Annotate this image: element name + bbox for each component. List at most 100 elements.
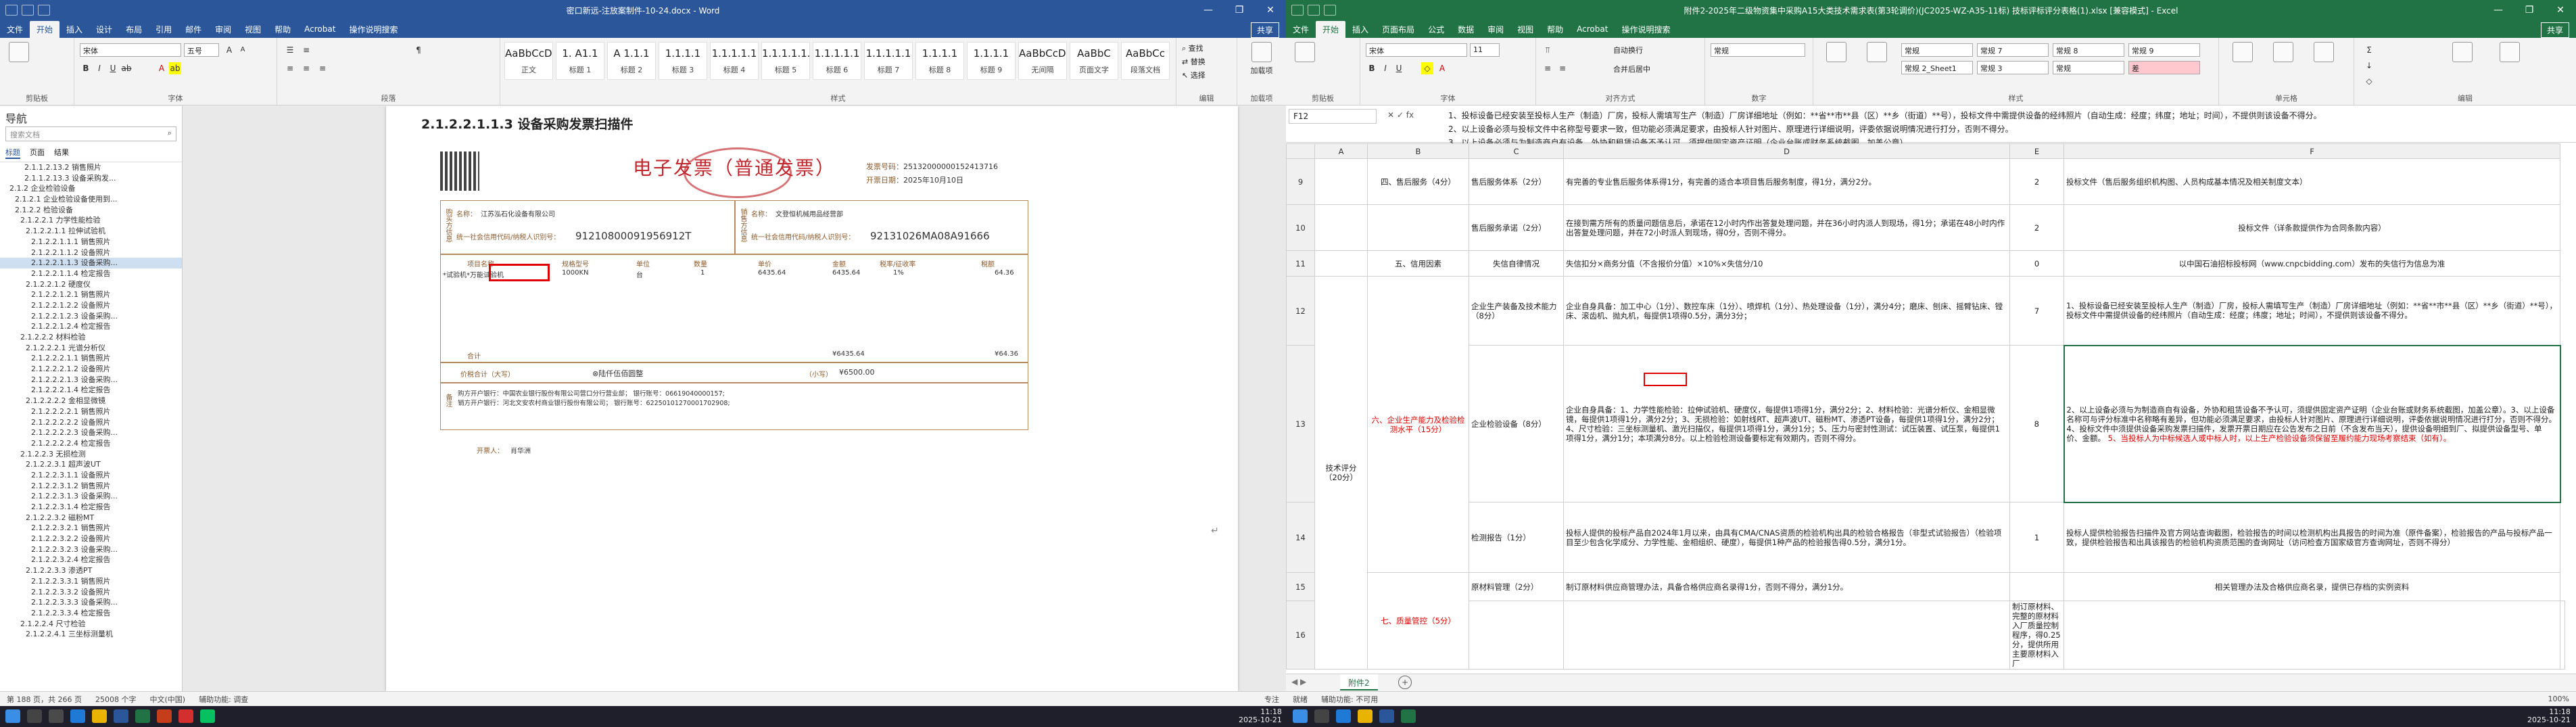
file-explorer-icon[interactable] xyxy=(92,709,107,723)
nav-heading-item[interactable]: 2.1.2.2.2.1.3 设备采购... xyxy=(0,375,182,385)
word-icon[interactable] xyxy=(114,709,128,723)
nav-tab-headings[interactable]: 标题 xyxy=(5,147,20,159)
find-button[interactable]: ⌕ 查找 xyxy=(1182,42,1206,55)
style-item[interactable]: AaBbCc 段落文档 xyxy=(1121,42,1170,80)
nav-heading-item[interactable]: 2.1.2.2.1.2.2 设备照片 xyxy=(0,300,182,311)
underline-icon[interactable]: U xyxy=(1393,62,1405,74)
fill-icon[interactable]: ↓ xyxy=(2361,60,2377,72)
nav-heading-item[interactable]: 2.1.2.2.2.2.1 销售照片 xyxy=(0,406,182,417)
tab-page-layout[interactable]: 页面布局 xyxy=(1375,21,1421,38)
tab-acrobat[interactable]: Acrobat xyxy=(297,22,342,37)
nav-heading-item[interactable]: 2.1.2.2.2.2.4 检定报告 xyxy=(0,438,182,449)
merge-center-button[interactable]: 合并后居中 xyxy=(1611,62,1692,76)
nav-heading-item[interactable]: 2.1.2 企业检验设备 xyxy=(0,183,182,194)
cell-style-item[interactable]: 差 xyxy=(2128,61,2200,74)
cell-style-item[interactable]: 常规 7 xyxy=(1977,43,2049,57)
nav-heading-item[interactable]: 2.1.2.2.3.1 超声波UT xyxy=(0,459,182,470)
row-header[interactable]: 15 xyxy=(1286,572,1315,601)
cell[interactable]: 四、售后服务（4分） xyxy=(1367,158,1469,205)
bold-icon[interactable]: B xyxy=(1366,62,1378,74)
tab-references[interactable]: 引用 xyxy=(149,21,178,38)
column-header[interactable]: E xyxy=(2009,143,2064,159)
nav-tab-pages[interactable]: 页面 xyxy=(30,147,45,159)
close-button[interactable]: ✕ xyxy=(1255,0,1286,20)
font-name-select[interactable]: 宋体 xyxy=(80,43,181,57)
nav-heading-item[interactable]: 2.1.2.2.1.1.4 检定报告 xyxy=(0,268,182,279)
cell[interactable] xyxy=(1367,204,1469,251)
tab-review[interactable]: 审阅 xyxy=(208,21,238,38)
font-color-icon[interactable]: A xyxy=(156,62,168,74)
focus-mode[interactable]: 专注 xyxy=(1258,694,1286,705)
nav-heading-item[interactable]: 2.1.2.2.2.2.2 设备照片 xyxy=(0,417,182,428)
wechat-icon[interactable] xyxy=(200,709,215,723)
cell[interactable]: 企业生产装备及技术能力（8分） xyxy=(1469,276,1564,346)
nav-heading-item[interactable]: 2.1.1.2.13.3 设备采购发... xyxy=(0,173,182,184)
task-view-icon[interactable] xyxy=(49,709,64,723)
fill-color-icon[interactable]: ◇ xyxy=(1421,62,1433,74)
column-header[interactable]: F xyxy=(2064,143,2560,159)
nav-heading-item[interactable]: 2.1.2.2.3.1.4 检定报告 xyxy=(0,502,182,513)
delete-cells-button[interactable] xyxy=(2266,42,2300,65)
nav-heading-item[interactable]: 2.1.2.2.3 无损检测 xyxy=(0,449,182,460)
cell[interactable]: 制订原材料、完整的原材料入厂质量控制程序，得0.25分，提供所用主要原材料入厂 xyxy=(2009,601,2064,670)
style-item[interactable]: 1.1.1.1.1 标题 7 xyxy=(864,42,913,80)
font-color-icon[interactable]: A xyxy=(1436,62,1448,74)
language[interactable]: 中文(中国) xyxy=(143,694,192,705)
align-left-icon[interactable]: ≡ xyxy=(284,62,296,74)
shrink-font-icon[interactable]: A xyxy=(237,44,249,56)
tab-file[interactable]: 文件 xyxy=(1286,21,1316,38)
excel-icon[interactable] xyxy=(135,709,150,723)
search-icon[interactable] xyxy=(27,709,42,723)
sheet-nav-arrows[interactable]: ◀ ▶ xyxy=(1291,677,1306,686)
tell-me-search[interactable]: 操作说明搜索 xyxy=(342,21,404,38)
strikethrough-icon[interactable]: ab xyxy=(120,62,133,74)
clear-icon[interactable]: ◇ xyxy=(2361,75,2377,87)
tab-help[interactable]: 帮助 xyxy=(268,21,297,38)
italic-icon[interactable]: I xyxy=(1379,62,1391,74)
cell-style-item[interactable]: 常规 3 xyxy=(1977,61,2049,74)
nav-heading-item[interactable]: 2.1.2.2.1.2.4 检定报告 xyxy=(0,321,182,332)
cell[interactable] xyxy=(1563,601,2010,670)
tab-formulas[interactable]: 公式 xyxy=(1421,21,1451,38)
cell[interactable]: 7 xyxy=(2009,276,2064,346)
cell[interactable]: 技术评分（20分） xyxy=(1314,276,1368,670)
style-item[interactable]: 1.1.1.1 标题 8 xyxy=(915,42,964,80)
number-format-select[interactable]: 常规 xyxy=(1711,43,1805,57)
numbering-icon[interactable]: ≡ xyxy=(300,44,312,56)
align-center-icon[interactable]: ≡ xyxy=(300,62,312,74)
close-button[interactable]: ✕ xyxy=(2545,0,2576,20)
style-item[interactable]: 1. A1.1 标题 1 xyxy=(556,42,604,80)
row-header[interactable]: 13 xyxy=(1286,345,1315,502)
cell[interactable]: 投标人提供检验报告扫描件及官方网站查询截图，检验报告的时间以检测机构出具报告的时… xyxy=(2064,502,2560,573)
cell[interactable]: 制订原材料供应商管理办法，具备合格供应商名录得1分，否则不得分，满分1分。 xyxy=(1563,572,2010,601)
tell-me-search[interactable]: 操作说明搜索 xyxy=(1615,21,1677,38)
nav-heading-item[interactable]: 2.1.1.2.13.2 销售照片 xyxy=(0,162,182,173)
cell[interactable]: 在接到需方所有的质量问题信息后，承诺在12小时内作出答复处理问题，并在36小时内… xyxy=(1563,204,2010,251)
tab-design[interactable]: 设计 xyxy=(89,21,119,38)
style-item[interactable]: 1.1.1.1.1 标题 6 xyxy=(813,42,861,80)
show-marks-icon[interactable]: ¶ xyxy=(412,44,425,56)
row-header[interactable]: 14 xyxy=(1286,502,1315,573)
column-header[interactable]: D xyxy=(1563,143,2010,159)
tab-view[interactable]: 视图 xyxy=(1510,21,1540,38)
nav-heading-item[interactable]: 2.1.2.2.1.1.2 设备照片 xyxy=(0,248,182,258)
tab-insert[interactable]: 插入 xyxy=(59,21,89,38)
style-item[interactable]: 1.1.1.1.1. 标题 5 xyxy=(761,42,810,80)
align-right-icon[interactable]: ≡ xyxy=(316,62,329,74)
nav-heading-item[interactable]: 2.1.2.2.2.2 金相显微镜 xyxy=(0,396,182,406)
style-item[interactable]: AaBbC 页面文字 xyxy=(1070,42,1118,80)
tab-help[interactable]: 帮助 xyxy=(1540,21,1570,38)
powerpoint-icon[interactable] xyxy=(157,709,172,723)
nav-heading-item[interactable]: 2.1.2.2.1.1.3 设备采购... xyxy=(0,258,182,268)
cell[interactable]: 2 xyxy=(2009,158,2064,205)
conditional-format-button[interactable] xyxy=(1817,42,1855,65)
nav-heading-item[interactable]: 2.1.2.2.3.3.2 设备照片 xyxy=(0,587,182,598)
cell[interactable] xyxy=(1314,204,1368,251)
edge-icon[interactable] xyxy=(70,709,85,723)
align-left-icon[interactable]: ≡ xyxy=(1542,62,1554,74)
minimize-button[interactable]: — xyxy=(1193,0,1224,20)
tab-data[interactable]: 数据 xyxy=(1451,21,1481,38)
align-center-icon[interactable]: ≡ xyxy=(1556,62,1569,74)
cell[interactable] xyxy=(2009,572,2064,601)
save-icon[interactable] xyxy=(1291,5,1304,16)
